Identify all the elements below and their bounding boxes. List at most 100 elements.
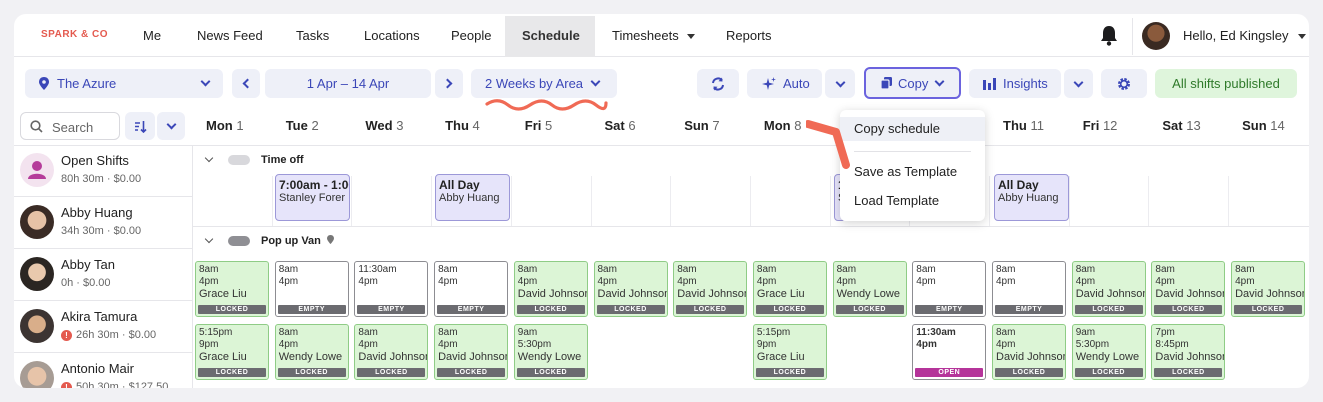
grid-line <box>829 176 831 226</box>
day-header[interactable]: Sat 13 <box>1162 118 1200 133</box>
nav-people[interactable]: People <box>451 28 491 43</box>
shift-card[interactable]: 11:30am 4pm OPEN <box>912 324 987 380</box>
timeoff-time: All Day <box>998 178 1039 192</box>
day-header[interactable]: Sun 7 <box>684 118 719 133</box>
auto-schedule-button[interactable]: Auto <box>747 69 822 98</box>
day-name: Thu <box>445 118 469 133</box>
nav-reports[interactable]: Reports <box>726 28 772 43</box>
day-header[interactable]: Sat 6 <box>605 118 636 133</box>
shift-start: 8am <box>278 327 299 338</box>
search-input[interactable]: Search <box>20 112 120 140</box>
shift-card[interactable]: 8am 4pm EMPTY <box>434 261 509 317</box>
shift-card[interactable]: 8am 4pm Wendy Lowe LOCKED <box>274 324 349 380</box>
shift-card[interactable]: 8am 4pm David Johnson LOCKED <box>434 324 509 380</box>
gear-icon <box>1117 77 1131 90</box>
location-select[interactable]: The Azure <box>25 69 223 98</box>
shift-card[interactable]: 8am 4pm Grace Liu LOCKED <box>752 261 827 317</box>
copy-button[interactable]: Copy <box>864 67 961 99</box>
nav-timesheets[interactable]: Timesheets <box>612 28 696 43</box>
shift-card[interactable]: 9am 5:30pm Wendy Lowe LOCKED <box>513 324 588 380</box>
shift-start: 9am <box>517 327 538 338</box>
sort-button[interactable] <box>125 112 155 140</box>
shift-card[interactable]: 8am 4pm EMPTY <box>992 261 1066 317</box>
shift-card[interactable]: 8am 4pm David Johnson LOCKED <box>992 324 1066 380</box>
shift-card[interactable]: 11:30am 4pm EMPTY <box>354 261 429 317</box>
shift-end: 4pm <box>1155 276 1175 287</box>
shift-status-tag: LOCKED <box>596 305 665 314</box>
menu-load-template[interactable]: Load Template <box>840 189 985 213</box>
nav-news-feed[interactable]: News Feed <box>197 28 263 43</box>
insights-button[interactable]: Insights <box>969 69 1061 98</box>
user-menu[interactable]: Hello, Ed Kingsley <box>1183 28 1307 43</box>
chevron-down-icon <box>835 77 845 87</box>
shift-card[interactable]: 8am 4pm David Johnson LOCKED <box>513 261 588 317</box>
settings-button[interactable] <box>1101 69 1147 98</box>
shift-card[interactable]: 8am 4pm David Johnson LOCKED <box>673 261 748 317</box>
shift-card[interactable]: 5:15pm 9pm Grace Liu LOCKED <box>752 324 827 380</box>
shift-card[interactable]: 8am 4pm Wendy Lowe LOCKED <box>832 261 907 317</box>
timeoff-time: 7:00am - 1:00pm <box>279 178 349 192</box>
nav-locations[interactable]: Locations <box>364 28 420 43</box>
timeoff-card[interactable]: All Day Abby Huang <box>994 174 1069 221</box>
timeoff-card[interactable]: 7:00am - 1:00pm Stanley Forer <box>275 174 350 221</box>
shift-card[interactable]: 8am 4pm David Johnson LOCKED <box>354 324 429 380</box>
timeoff-toggle[interactable] <box>228 155 250 165</box>
person-row[interactable]: Antonio Mair! 50h 30m · $127.50 <box>14 353 192 388</box>
person-row[interactable]: Akira Tamura! 26h 30m · $0.00 <box>14 301 192 353</box>
menu-copy-schedule[interactable]: Copy schedule <box>840 117 985 141</box>
warning-icon: ! <box>61 382 72 388</box>
person-row[interactable]: Abby Huang 34h 30m · $0.00 <box>14 197 192 249</box>
refresh-button[interactable] <box>697 69 739 98</box>
insights-options-button[interactable] <box>1064 69 1093 98</box>
top-nav: SPARK & CO Me News Feed Tasks Locations … <box>14 14 1309 57</box>
shift-card[interactable]: 8am 4pm David Johnson LOCKED <box>1231 261 1306 317</box>
sort-options-button[interactable] <box>157 112 185 140</box>
day-header[interactable]: Fri 5 <box>525 118 552 133</box>
shift-card[interactable]: 8am 4pm EMPTY <box>912 261 987 317</box>
day-header[interactable]: Thu 4 <box>445 118 480 133</box>
nav-timesheets-label: Timesheets <box>612 28 679 43</box>
next-period-button[interactable] <box>435 69 463 98</box>
popup-van-toggle[interactable] <box>228 236 250 246</box>
day-header[interactable]: Tue 2 <box>286 118 319 133</box>
person-row[interactable]: Abby Tan 0h · $0.00 <box>14 249 192 301</box>
shift-card[interactable]: 5:15pm 9pm Grace Liu LOCKED <box>195 324 269 380</box>
shift-start: 8am <box>438 327 458 338</box>
bell-icon[interactable] <box>1099 24 1119 46</box>
shift-card[interactable]: 8am 4pm David Johnson LOCKED <box>1071 261 1146 317</box>
day-name: Wed <box>365 118 393 133</box>
nav-schedule[interactable]: Schedule <box>522 28 580 43</box>
day-header[interactable]: Sun 14 <box>1242 118 1285 133</box>
shift-start: 5:15pm <box>199 327 233 338</box>
view-select[interactable]: 2 Weeks by Area <box>471 69 617 98</box>
grid-line <box>510 176 512 226</box>
avatar[interactable] <box>1142 22 1170 50</box>
prev-period-button[interactable] <box>232 69 260 98</box>
person-hours-text: 50h 30m · $127.50 <box>76 381 169 388</box>
date-range-button[interactable]: 1 Apr – 14 Apr <box>265 69 431 98</box>
day-header[interactable]: Thu 11 <box>1003 118 1044 133</box>
menu-save-as-template[interactable]: Save as Template <box>840 160 985 184</box>
nav-me[interactable]: Me <box>143 28 161 43</box>
chevron-down-icon[interactable] <box>204 153 214 163</box>
chevron-down-icon[interactable] <box>204 234 214 244</box>
open-shifts-icon <box>20 153 54 187</box>
shift-card[interactable]: 7pm 8:45pm David Johnson LOCKED <box>1151 324 1226 380</box>
day-header[interactable]: Wed 3 <box>365 118 403 133</box>
brand-logo[interactable]: SPARK & CO <box>41 29 108 40</box>
day-header[interactable]: Mon 8 <box>764 118 802 133</box>
shift-card[interactable]: 8am 4pm EMPTY <box>274 261 349 317</box>
timeoff-card[interactable]: All Day Abby Huang <box>435 174 510 221</box>
shift-status-tag: LOCKED <box>198 305 266 314</box>
shift-card[interactable]: 8am 4pm David Johnson LOCKED <box>593 261 668 317</box>
shift-card[interactable]: 8am 4pm Grace Liu LOCKED <box>195 261 269 317</box>
shift-card[interactable]: 9am 5:30pm Wendy Lowe LOCKED <box>1071 324 1146 380</box>
shift-start: 8am <box>278 264 299 275</box>
person-row[interactable]: Open Shifts 80h 30m · $0.00 <box>14 145 192 197</box>
day-name: Sat <box>604 118 625 133</box>
nav-tasks[interactable]: Tasks <box>296 28 329 43</box>
day-header[interactable]: Mon 1 <box>206 118 244 133</box>
shift-card[interactable]: 8am 4pm David Johnson LOCKED <box>1151 261 1226 317</box>
day-header[interactable]: Fri 12 <box>1083 118 1118 133</box>
auto-options-button[interactable] <box>825 69 855 98</box>
